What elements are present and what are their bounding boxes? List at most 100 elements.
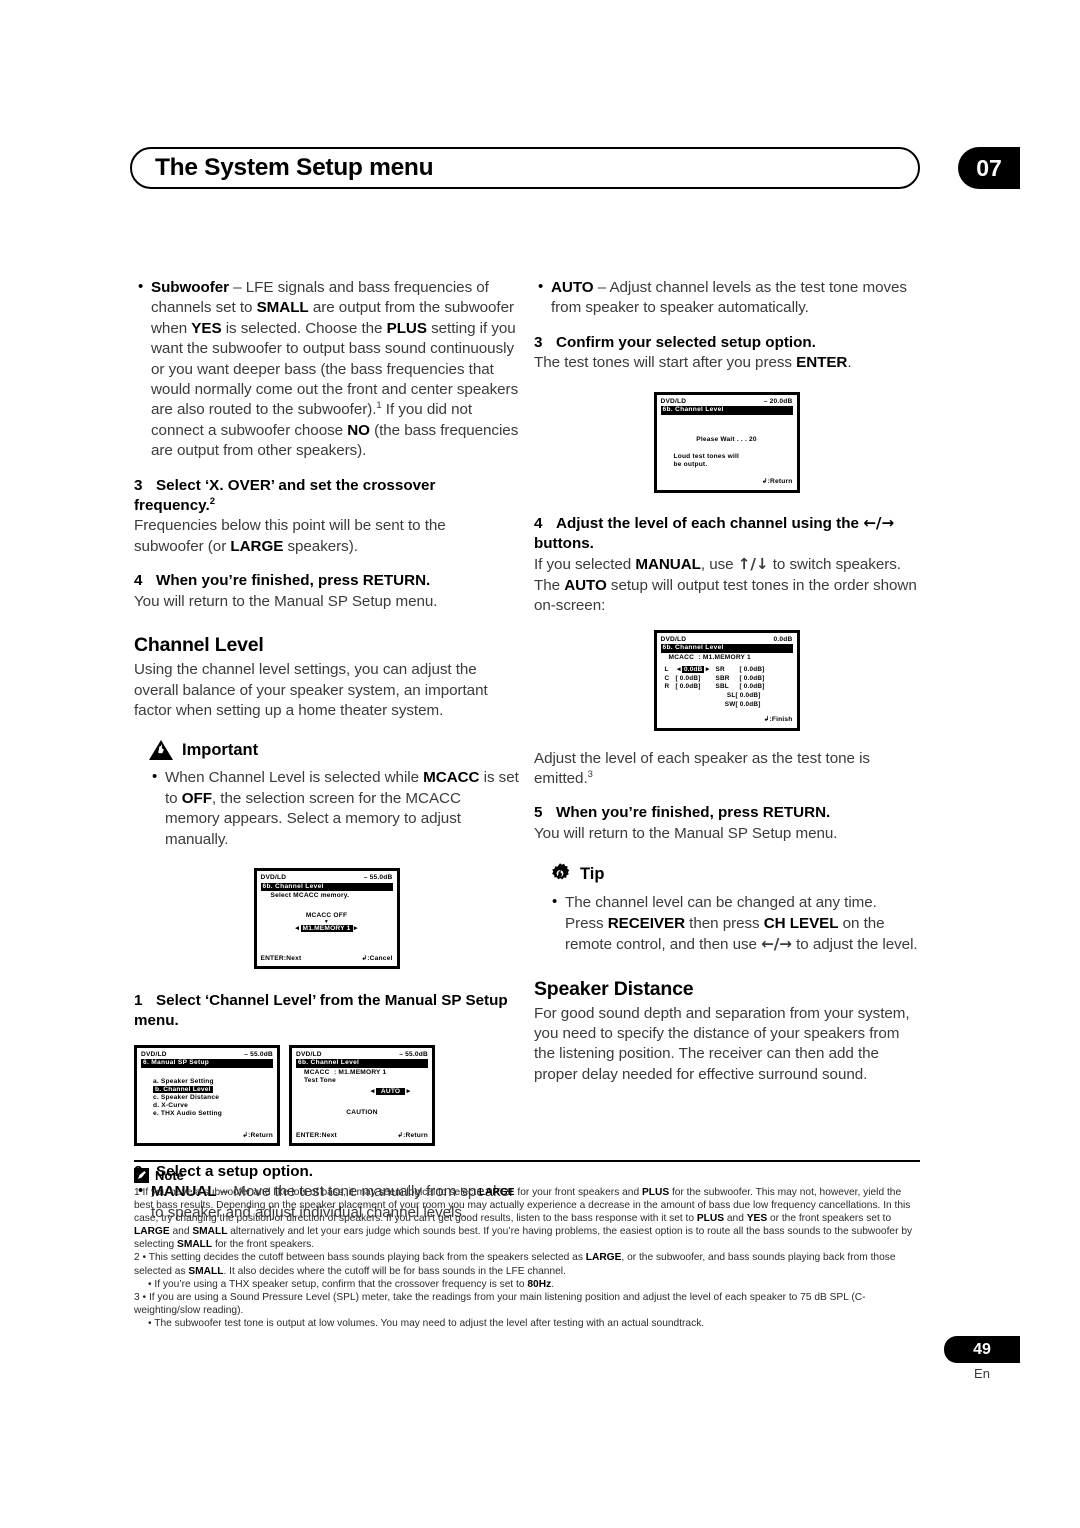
osd-enter-hint: ENTER:Next (296, 1131, 337, 1139)
right-step-3-body-2: . (847, 354, 852, 372)
subwoofer-bold-small: SMALL (256, 299, 309, 317)
osd-test-tone-selector[interactable]: ◄ AUTO ► (296, 1087, 412, 1096)
right-step-5-number: 5 (534, 804, 543, 822)
osd-please-wait-wrapper: DVD/LD – 20.0dB 6b. Channel Level Please… (534, 391, 919, 493)
left-arrow-icon[interactable]: ◄ (369, 1088, 376, 1095)
important-bullet-list: When Channel Level is selected while MCA… (148, 767, 519, 850)
note-2-number: 2 (134, 1252, 140, 1264)
step-3-number: 3 (134, 476, 143, 494)
step-4-title: When you’re finished, press RETURN. (156, 572, 431, 590)
osd-volume-label: 0.0dB (773, 635, 793, 643)
osd-return-hint: ↲:Return (397, 1132, 428, 1140)
osd-mcacc-label: MCACC (668, 654, 695, 662)
note-1-number: 1 (134, 1187, 140, 1198)
note-1-text-8: for the front speakers. (212, 1239, 315, 1251)
note-1-text-1: If you have a subwoofer and like lots of… (142, 1187, 479, 1198)
osd-mcacc-value: : M1.MEMORY 1 (334, 1069, 387, 1077)
osd-return-label: :Return (767, 478, 793, 486)
note-2-sub-text-end: . (551, 1278, 555, 1290)
osd-mcacc-row: MCACC : M1.MEMORY 1 (304, 1069, 428, 1077)
up-down-arrows-icon: ↑/↓ (737, 555, 769, 574)
note-2-bold-80hz: 80Hz (527, 1278, 552, 1290)
osd-menu-item-b[interactable]: b. Channel Level (153, 1085, 273, 1094)
osd-menu-item-e[interactable]: e. THX Audio Setting (153, 1110, 273, 1118)
osd-menu-item-a[interactable]: a. Speaker Setting (153, 1078, 273, 1086)
tip-label: Tip (580, 864, 605, 883)
osd-instruction-line: Select MCACC memory. (270, 892, 350, 900)
right-after-osd-body: Adjust the level of each speaker as the … (534, 749, 919, 790)
osd-please-wait-text: Please Wait . . . 20 (696, 435, 757, 443)
osd-test-tone-screen: DVD/LD – 55.0dB 6b. Channel Level MCACC:… (289, 1044, 435, 1146)
right-step-5-heading: 5 When you’re finished, press RETURN. (534, 803, 919, 823)
osd-channel-sr-label: SR (715, 666, 725, 674)
note-1-text-4: and (724, 1213, 747, 1225)
table-row[interactable]: SW [ 0.0dB] (661, 701, 793, 710)
right-arrow-icon[interactable]: ► (353, 925, 360, 932)
osd-return-hint: ↲:Return (762, 478, 793, 486)
osd-memory-selector[interactable]: ◄ M1.MEMORY 1 ► (261, 925, 393, 933)
osd-channel-c-value[interactable]: [ 0.0dB] (676, 675, 716, 684)
note-2-bold-small: SMALL (188, 1265, 224, 1277)
tip-bold-ch-level: CH LEVEL (763, 914, 839, 932)
osd-enter-hint: ENTER:Next (260, 954, 302, 962)
osd-return-label: :Return (403, 1131, 428, 1139)
osd-mcacc-row: MCACC: M1.MEMORY 1 (669, 654, 793, 662)
osd-channel-sw-value[interactable]: [ 0.0dB] (736, 701, 776, 710)
step-1-heading: 1 Select ‘Channel Level’ from the Manual … (134, 991, 519, 1032)
osd-menu-item-b-label[interactable]: b. Channel Level (153, 1085, 213, 1093)
osd-title-bar: 6b. Channel Level (260, 882, 393, 891)
osd-status-row: DVD/LD – 20.0dB (661, 398, 793, 406)
osd-channel-r-value[interactable]: [ 0.0dB] (676, 683, 716, 692)
right-arrow-icon[interactable]: ► (405, 1088, 412, 1095)
osd-channel-sbr-label: SBR (715, 674, 730, 682)
note-1: 1 If you have a subwoofer and like lots … (134, 1186, 920, 1251)
osd-channel-sbl-value[interactable]: [ 0.0dB] (740, 683, 780, 692)
table-row[interactable]: SL [ 0.0dB] (661, 692, 793, 701)
right-step-4-title-1: Adjust the level of each channel using t… (556, 514, 864, 532)
osd-source-label: DVD/LD (660, 397, 687, 405)
osd-source-label: DVD/LD (260, 873, 287, 881)
table-row[interactable]: C [ 0.0dB] SBR [ 0.0dB] (661, 675, 793, 684)
step-3-body: Frequencies below this point will be sen… (134, 516, 519, 557)
osd-volume-label: – 55.0dB (244, 1050, 273, 1058)
left-right-arrows-icon: ←/→ (863, 513, 895, 532)
important-text-1: When Channel Level is selected while (165, 769, 424, 787)
left-arrow-icon[interactable]: ◄ (294, 925, 301, 932)
osd-menu-item-c[interactable]: c. Speaker Distance (153, 1094, 273, 1102)
right-arrow-icon[interactable]: ► (704, 666, 711, 673)
osd-mcacc-label: MCACC (304, 1069, 330, 1077)
channel-level-heading: Channel Level (134, 634, 264, 657)
warning-triangle-icon (148, 739, 174, 761)
notes-divider (134, 1160, 920, 1162)
osd-volume-label: – 55.0dB (399, 1050, 428, 1058)
note-3-text: If you are using a Sound Pressure Level … (134, 1291, 866, 1316)
note-1-bold-large-2: LARGE (134, 1226, 170, 1238)
osd-source-label: DVD/LD (660, 635, 687, 643)
footnote-ref-3: 3 (587, 769, 593, 780)
tip-bullet: The channel level can be changed at any … (548, 892, 919, 955)
table-row[interactable]: L ◄ 0.0dB ► SR [ 0.0dB] (661, 666, 793, 675)
note-2-sub-bullet-icon: • (148, 1278, 152, 1290)
note-pencil-icon (134, 1168, 149, 1183)
right-step-4-bold-auto: AUTO (564, 576, 607, 594)
osd-channel-sl-value[interactable]: [ 0.0dB] (736, 692, 776, 701)
step-3-title: Select ‘X. OVER’ and set the crossover f… (134, 476, 436, 515)
subwoofer-bold-no: NO (347, 421, 370, 439)
important-bullet: When Channel Level is selected while MCA… (148, 767, 519, 850)
tip-bullet-list: The channel level can be changed at any … (548, 892, 919, 955)
right-step-3-heading: 3 Confirm your selected setup option. (534, 333, 919, 353)
table-row[interactable]: R [ 0.0dB] SBL [ 0.0dB] (661, 683, 793, 692)
osd-menu-item-d[interactable]: d. X-Curve (153, 1102, 273, 1110)
osd-mcacc-value: : M1.MEMORY 1 (698, 654, 751, 662)
note-1-bold-plus-2: PLUS (696, 1213, 725, 1225)
osd-memory-value[interactable]: M1.MEMORY 1 (300, 925, 353, 933)
osd-channel-l-value[interactable]: 0.0dB (682, 666, 705, 674)
osd-channel-sr-value[interactable]: [ 0.0dB] (740, 666, 780, 675)
osd-channel-sbr-value[interactable]: [ 0.0dB] (740, 675, 780, 684)
step-4-heading: 4 When you’re finished, press RETURN. (134, 571, 519, 591)
osd-test-tone-value[interactable]: AUTO (375, 1087, 406, 1095)
right-step-3-body-1: The test tones will start after you pres… (534, 354, 797, 372)
osd-down-marker-icon: ▼ (323, 918, 330, 925)
step-4-number: 4 (134, 572, 143, 590)
channel-level-body: Using the channel level settings, you ca… (134, 661, 488, 719)
